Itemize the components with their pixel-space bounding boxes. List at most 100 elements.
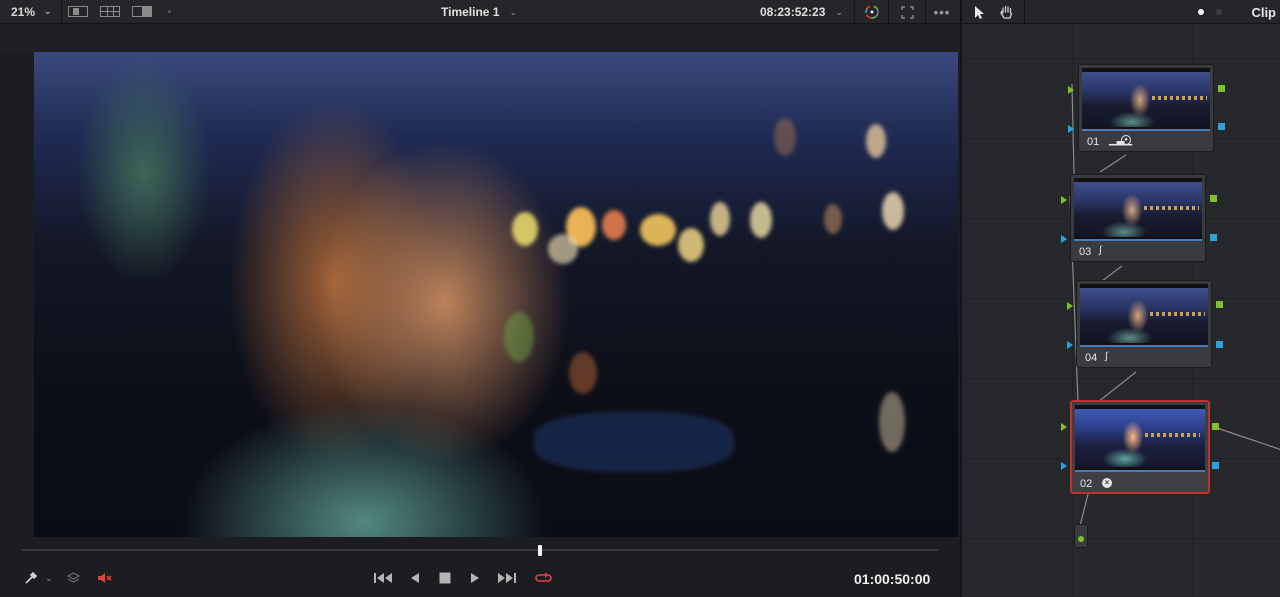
connection-line xyxy=(1097,371,1137,403)
source-timecode-select[interactable]: 08:23:52:23 ⌄ xyxy=(760,0,843,24)
split-grid-button[interactable] xyxy=(94,0,126,24)
node-key-input[interactable] xyxy=(1061,235,1067,243)
source-output-port[interactable] xyxy=(1078,536,1084,542)
viewer-panel: 21% ⌄ Timeline 1 ⌄ 08:23:52:23 ⌄ ••• ⌄ 0… xyxy=(0,0,960,597)
color-wheel-button[interactable] xyxy=(860,0,884,24)
bokeh-light xyxy=(512,212,538,246)
node-rgb-output[interactable] xyxy=(1210,195,1217,202)
node-01[interactable]: 01 ▁▃▁ ● xyxy=(1078,64,1214,152)
bokeh-light xyxy=(882,192,904,230)
wipe-button[interactable] xyxy=(126,0,158,24)
more-options-button[interactable]: ••• xyxy=(930,0,954,24)
record-timecode: 01:00:50:00 xyxy=(854,571,931,587)
bokeh-light xyxy=(710,202,730,236)
skip-back-icon xyxy=(374,573,392,583)
timeline-select[interactable]: Timeline 1 ⌄ xyxy=(441,0,517,24)
node-editor-panel: Clip 01 ▁▃▁ ● 03 ∫ 04 ∫ 02 × xyxy=(960,0,1280,597)
fullscreen-icon xyxy=(900,5,914,19)
playhead-handle[interactable] xyxy=(538,545,543,556)
chevron-down-icon: ⌄ xyxy=(835,6,843,17)
mute-button[interactable] xyxy=(94,562,116,594)
viewer-image xyxy=(34,52,958,537)
single-viewer-icon xyxy=(68,6,88,17)
node-key-input[interactable] xyxy=(1068,125,1074,133)
zoom-value: 21% xyxy=(11,4,36,19)
node-rgb-input[interactable] xyxy=(1068,86,1074,94)
skip-back-button[interactable] xyxy=(370,562,396,594)
chevron-down-icon: ⌄ xyxy=(509,6,518,17)
custom-curve-icon: ∫ xyxy=(1105,351,1108,362)
bokeh-light xyxy=(602,210,626,240)
play-icon xyxy=(471,573,479,583)
more-options-icon: ••• xyxy=(933,4,951,20)
toolbar-divider xyxy=(925,0,926,24)
node-thumbnail xyxy=(1082,68,1210,131)
bokeh-light xyxy=(824,204,842,234)
transport-bar: ⌄ xyxy=(0,562,960,597)
skip-forward-button[interactable] xyxy=(494,562,520,594)
node-rgb-output[interactable] xyxy=(1216,301,1223,308)
single-viewer-button[interactable] xyxy=(62,0,94,24)
loop-button[interactable] xyxy=(532,562,556,594)
color-wheel-icon xyxy=(865,5,879,19)
stop-button[interactable] xyxy=(434,562,456,594)
node-rgb-input[interactable] xyxy=(1067,302,1073,310)
fullscreen-button[interactable] xyxy=(896,0,918,24)
node-key-input[interactable] xyxy=(1067,341,1073,349)
loop-icon xyxy=(535,572,552,582)
scrubber-track[interactable] xyxy=(22,549,938,551)
node-thumbnail xyxy=(1080,284,1208,347)
node-thumbnail xyxy=(1075,405,1205,471)
node-rgb-input[interactable] xyxy=(1061,423,1067,431)
node-key-input[interactable] xyxy=(1061,462,1067,470)
node-rgb-output[interactable] xyxy=(1212,423,1219,430)
bokeh-reflection xyxy=(569,352,597,394)
node-key-output[interactable] xyxy=(1216,341,1223,348)
picker-dropdown[interactable]: ⌄ xyxy=(42,562,56,594)
node-rgb-input[interactable] xyxy=(1061,196,1067,204)
toolbar-divider xyxy=(888,0,889,24)
connection-line xyxy=(1099,154,1127,173)
separator-dot xyxy=(168,10,171,13)
play-reverse-button[interactable] xyxy=(404,562,426,594)
play-reverse-icon xyxy=(411,573,419,583)
source-input-node[interactable] xyxy=(1074,524,1088,548)
node-key-output[interactable] xyxy=(1218,123,1225,130)
source-timecode: 08:23:52:23 xyxy=(760,5,826,19)
node-label: 03 xyxy=(1079,246,1092,258)
water-reflection xyxy=(534,412,734,472)
node-rgb-output[interactable] xyxy=(1218,85,1225,92)
node-label: 02 xyxy=(1080,478,1093,490)
node-key-bar xyxy=(1074,239,1202,241)
layers-icon xyxy=(66,572,80,583)
node-key-output[interactable] xyxy=(1210,234,1217,241)
timeline-name: Timeline 1 xyxy=(441,5,500,19)
toolbar-divider xyxy=(854,0,855,24)
bokeh-reflection xyxy=(879,392,905,452)
wipe-icon xyxy=(132,6,152,17)
node-04[interactable]: 04 ∫ xyxy=(1076,280,1212,368)
davinci-color-page: 21% ⌄ Timeline 1 ⌄ 08:23:52:23 ⌄ ••• ⌄ 0… xyxy=(0,0,1280,597)
node-thumbnail xyxy=(1074,178,1202,241)
zoom-select[interactable]: 21% ⌄ xyxy=(0,0,62,24)
viewer-subbar xyxy=(0,24,960,52)
wheels-icon: ● xyxy=(1121,135,1131,145)
picker-button[interactable] xyxy=(20,562,42,594)
bokeh-light xyxy=(774,118,796,156)
split-grid-icon xyxy=(100,6,120,17)
play-button[interactable] xyxy=(464,562,486,594)
node-02[interactable]: 02 × xyxy=(1070,400,1210,494)
node-03[interactable]: 03 ∫ xyxy=(1070,174,1206,262)
node-key-bar xyxy=(1075,470,1205,472)
custom-curve-icon: ∫ xyxy=(1099,245,1102,256)
chevron-down-icon: ⌄ xyxy=(45,572,53,583)
bokeh-light xyxy=(678,228,704,262)
skip-forward-icon xyxy=(498,573,516,583)
bokeh-light xyxy=(640,214,676,246)
node-key-output[interactable] xyxy=(1212,462,1219,469)
layers-button[interactable] xyxy=(62,562,84,594)
chevron-down-icon: ⌄ xyxy=(44,6,52,16)
bokeh-reflection xyxy=(504,312,534,362)
connection-line xyxy=(1101,265,1123,282)
node-key-bar xyxy=(1080,345,1208,347)
